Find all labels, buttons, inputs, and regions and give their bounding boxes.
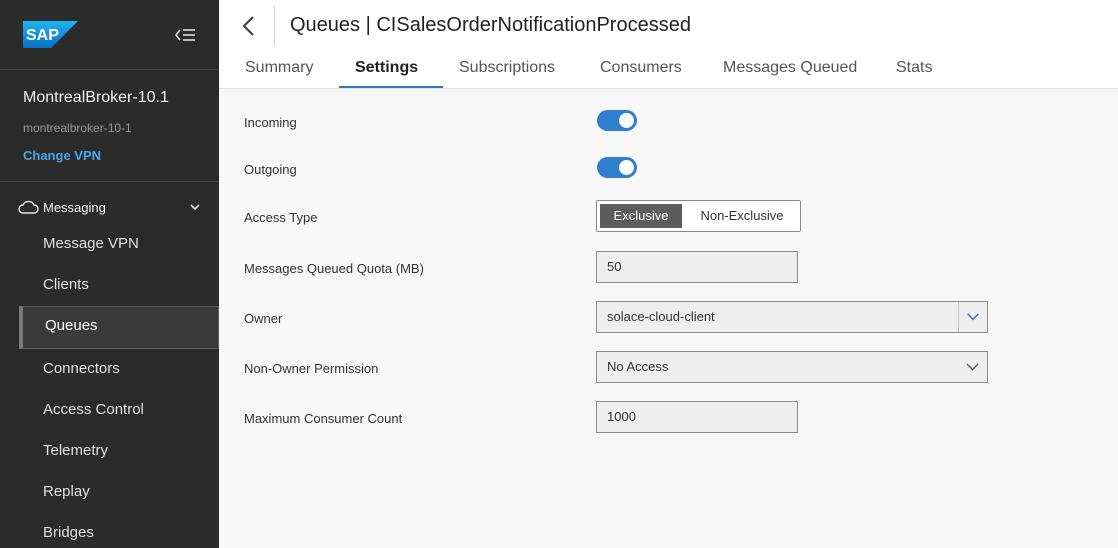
sidebar-item-access-control[interactable]: Access Control [19,390,219,431]
access-type-label: Access Type [244,210,318,225]
sidebar-item-label: Replay [43,483,90,500]
sidebar-divider [0,69,219,70]
incoming-label: Incoming [244,115,297,130]
change-vpn-link[interactable]: Change VPN [23,148,101,163]
sap-logo: SAP [23,21,78,48]
max-consumer-count-input[interactable]: 1000 [596,401,798,433]
quota-input[interactable]: 50 [596,251,798,283]
sidebar-item-clients[interactable]: Clients [19,265,219,306]
sidebar-item-connectors[interactable]: Connectors [19,349,219,390]
chevron-down-icon [190,204,200,211]
sidebar-item-telemetry[interactable]: Telemetry [19,431,219,472]
broker-id: montrealbroker-10-1 [23,121,132,135]
chevron-down-icon [958,302,979,332]
page-title: Queues | CISalesOrderNotificationProcess… [290,14,691,36]
sidebar-item-label: Message VPN [43,235,139,252]
sidebar-item-replay[interactable]: Replay [19,472,219,513]
tab-consumers[interactable]: Consumers [600,59,682,77]
sidebar-item-bridges[interactable]: Bridges [19,513,219,548]
quota-label: Messages Queued Quota (MB) [244,261,424,276]
non-owner-permission-value: No Access [607,359,669,374]
toggle-knob [619,113,634,128]
sidebar-item-label: Telemetry [43,442,109,459]
access-type-non-exclusive-option[interactable]: Non-Exclusive [687,204,797,228]
owner-label: Owner [244,311,283,326]
tab-subscriptions[interactable]: Subscriptions [459,59,555,77]
broker-name: MontrealBroker-10.1 [23,89,169,106]
back-arrow-icon[interactable] [237,14,261,38]
owner-select[interactable]: solace-cloud-client [596,301,988,333]
access-type-exclusive-option[interactable]: Exclusive [600,204,682,228]
sidebar-item-message-vpn[interactable]: Message VPN [19,224,219,265]
tab-settings[interactable]: Settings [355,59,418,77]
active-tab-indicator [339,86,443,88]
sidebar-divider [0,181,219,182]
collapse-sidebar-icon[interactable] [174,26,196,44]
non-owner-permission-label: Non-Owner Permission [244,361,379,376]
header-divider [274,6,275,46]
outgoing-label: Outgoing [244,162,297,177]
tab-messages-queued[interactable]: Messages Queued [723,59,857,77]
tab-stats[interactable]: Stats [896,59,932,77]
sidebar-item-label: Connectors [43,360,120,377]
non-owner-permission-select[interactable]: No Access [596,351,988,383]
messaging-section-header[interactable]: Messaging [18,198,208,218]
sap-logo-text: SAP [26,27,59,44]
sidebar-item-label: Clients [43,276,89,293]
sidebar-item-label: Queues [45,317,98,334]
max-consumer-count-label: Maximum Consumer Count [244,411,403,426]
messaging-section-label: Messaging [43,200,106,215]
incoming-toggle[interactable] [597,110,637,131]
cloud-icon [18,200,39,214]
sidebar: SAP MontrealBroker-10.1 montrealbroker-1… [0,0,219,548]
sidebar-item-label: Access Control [43,401,144,418]
chevron-down-icon [966,363,979,371]
sidebar-item-queues[interactable]: Queues [19,306,219,349]
app-root: SAP MontrealBroker-10.1 montrealbroker-1… [0,0,1118,548]
owner-select-value: solace-cloud-client [607,309,715,324]
sidebar-item-label: Bridges [43,524,94,541]
access-type-segmented-control: Exclusive Non-Exclusive [596,200,801,232]
toggle-knob [619,160,634,175]
tab-summary[interactable]: Summary [245,59,313,77]
outgoing-toggle[interactable] [597,157,637,178]
